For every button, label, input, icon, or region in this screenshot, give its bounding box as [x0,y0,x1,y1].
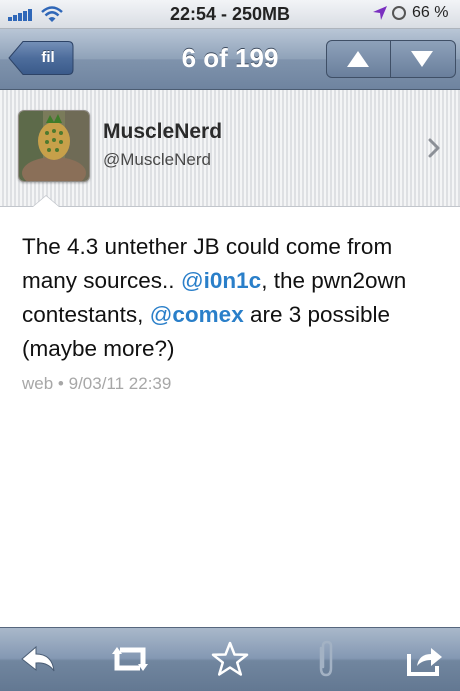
reply-icon [21,645,55,672]
retweet-icon [112,647,148,671]
location-arrow-icon [372,5,388,21]
mention-at-sign: @ [180,268,204,293]
attachment-icon [319,640,333,677]
status-bar: 22:54 - 250MB 66 % [0,0,460,29]
mention-link-comex[interactable]: @comex [150,302,244,327]
mention-username: i0n1c [203,268,262,293]
avatar-image [19,111,89,181]
favorite-star-icon [211,641,249,676]
navigation-bar: fil 6 of 199 [0,29,460,90]
back-button[interactable]: fil [8,40,74,76]
profile-header[interactable]: MuscleNerd @MuscleNerd [0,90,460,207]
prev-next-segmented-control [326,40,456,78]
alarm-clock-icon [392,6,406,20]
down-arrow-icon [411,51,433,67]
tweet-timestamp: 9/03/11 22:39 [68,374,172,393]
battery-percentage: 66 % [412,4,449,21]
mention-username: comex [172,302,244,327]
status-time: 22:54 [169,4,216,24]
callout-pointer [33,196,59,207]
page-title: 6 of 199 [181,43,279,73]
display-name: MuscleNerd [103,120,223,143]
up-arrow-icon [347,51,369,67]
attachment-button[interactable] [305,640,345,678]
tweet-text: The 4.3 untether JB could come from many… [22,230,442,366]
status-network-usage: 250MB [232,4,291,24]
mention-link-i0n1c[interactable]: @i0n1c [181,268,261,293]
favorite-button[interactable] [210,640,250,678]
retweet-button[interactable] [110,640,150,678]
status-separator: - [221,4,233,24]
tweet-meta: web • 9/03/11 22:39 [22,374,171,394]
chevron-right-icon[interactable] [428,138,440,163]
mention-at-sign: @ [149,302,173,327]
share-button[interactable] [405,640,445,678]
tweet-source: web [22,374,54,393]
user-handle: @MuscleNerd [103,150,211,169]
avatar[interactable] [18,110,90,182]
next-tweet-button[interactable] [391,41,454,77]
meta-separator: • [57,374,64,393]
reply-button[interactable] [18,640,58,678]
bottom-toolbar [0,627,460,691]
back-button-label: fil [41,49,55,66]
previous-tweet-button[interactable] [327,41,391,77]
share-icon [407,648,442,676]
